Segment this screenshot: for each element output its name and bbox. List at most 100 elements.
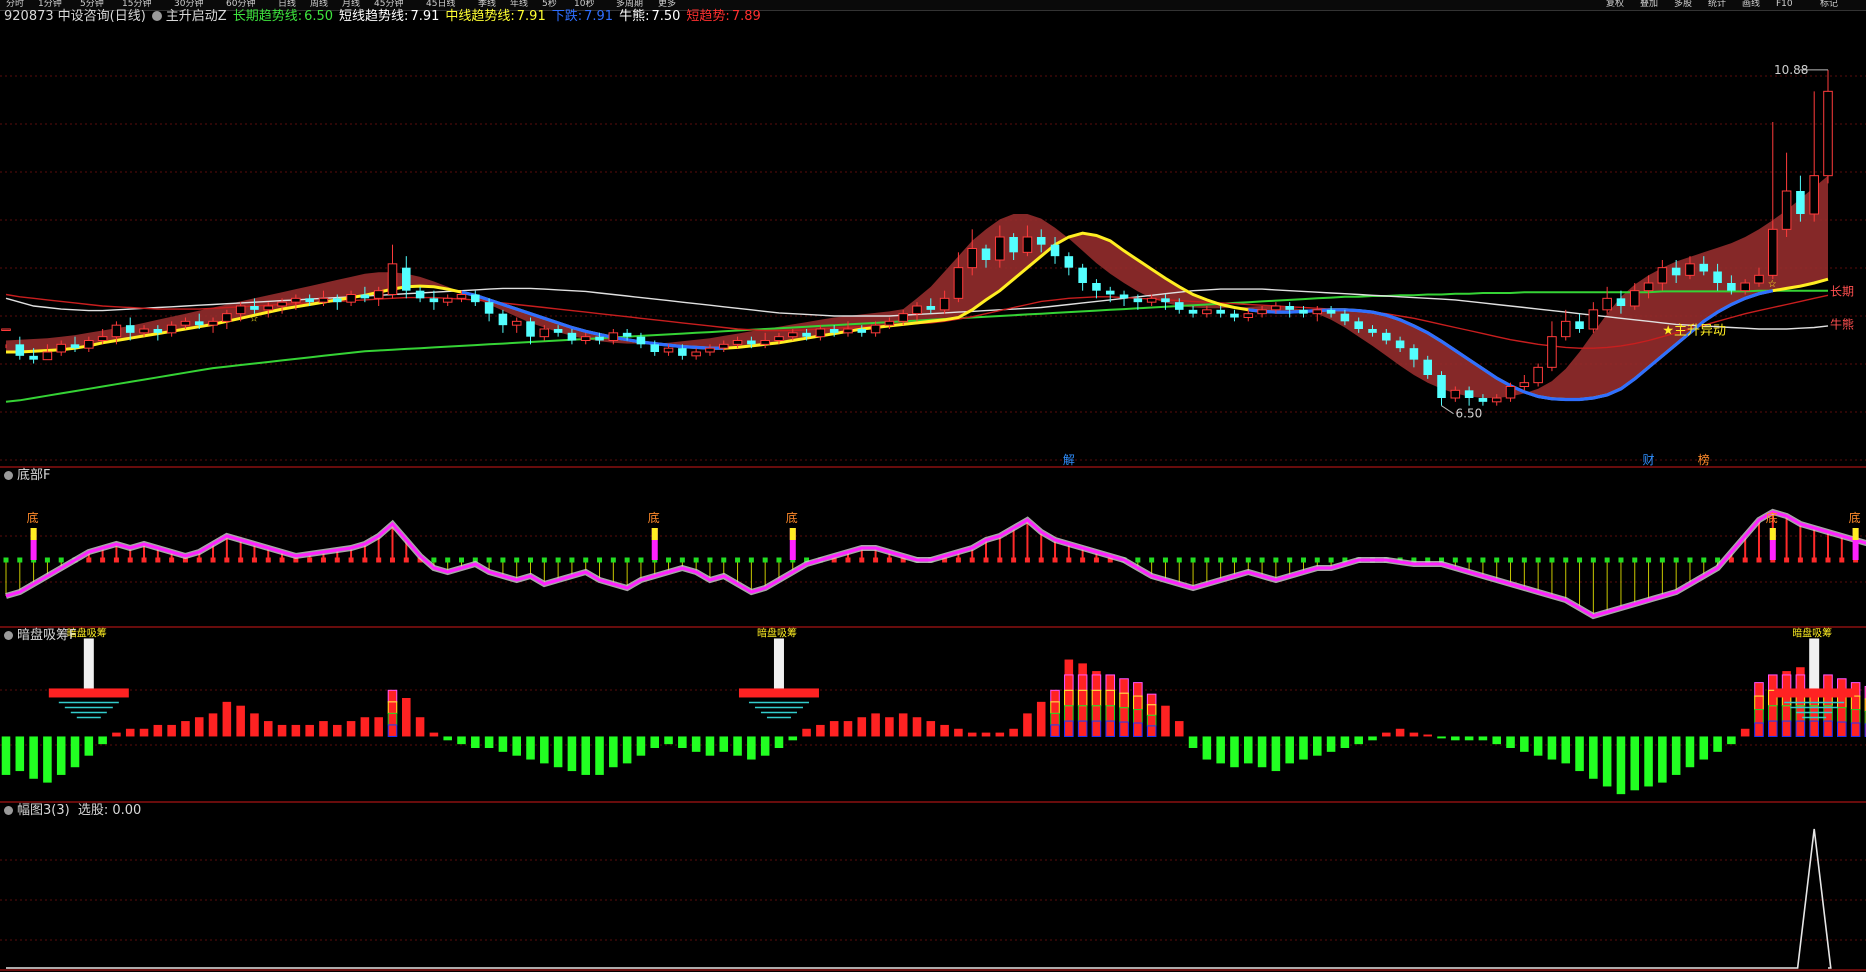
max-price-label: 10.88	[1774, 63, 1808, 77]
flow-bar	[1023, 713, 1032, 737]
bottom-dot	[1797, 557, 1803, 563]
collapse-icon[interactable]	[4, 631, 13, 640]
bottom-dot	[1577, 557, 1583, 563]
signal-bar-top	[1852, 528, 1859, 540]
candle-body	[1629, 290, 1640, 307]
flow-bar	[1382, 732, 1391, 737]
flow-bar	[1230, 736, 1239, 768]
signal-pillar	[1809, 638, 1820, 689]
bottom-dot	[1659, 557, 1665, 563]
flow-bar	[1671, 736, 1681, 775]
flow-bar	[981, 732, 991, 737]
bottom-dot	[113, 557, 119, 563]
bottom-dot	[555, 557, 561, 563]
flow-bar	[678, 736, 687, 748]
chart-canvas: 10.886.50★主升异动解财榜☆☆长期牛熊底底底底底暗盘吸筹 暗盘吸筹 暗盘吸筹	[0, 63, 1866, 971]
panel3-name: 暗盘吸筹F	[17, 628, 77, 643]
candle-body	[332, 298, 342, 303]
candle-body	[747, 340, 756, 345]
candle-body	[29, 355, 38, 360]
flow-bar	[1285, 736, 1294, 764]
bottom-dot	[1521, 557, 1527, 563]
bottom-dot	[969, 557, 975, 563]
panel4-value-label: 选股:	[77, 803, 109, 818]
bottom-dot	[251, 557, 257, 563]
bottom-dot	[1093, 557, 1099, 563]
candle-body	[1326, 309, 1336, 314]
flow-bar	[1368, 736, 1377, 741]
candle-body	[42, 351, 53, 361]
bottom-dot	[1784, 557, 1790, 563]
flow-bar	[1520, 736, 1529, 752]
bottom-dot	[1756, 557, 1762, 563]
flow-bar	[747, 736, 756, 760]
candle-body	[415, 290, 425, 299]
bottom-dot	[348, 557, 354, 563]
bottom-dot	[1328, 557, 1334, 563]
candle-body	[1450, 389, 1461, 399]
bottom-dot	[528, 557, 534, 563]
bottom-dot	[334, 557, 340, 563]
flow-bar	[29, 736, 38, 779]
candle-body	[429, 298, 439, 303]
bottom-dot	[638, 557, 644, 563]
panel2-name: 底部F	[17, 468, 51, 483]
bottom-dot	[1687, 557, 1693, 563]
flow-bar	[1589, 736, 1598, 779]
candle-body	[208, 320, 218, 326]
flow-bar	[1740, 728, 1750, 737]
flow-bar	[402, 698, 411, 737]
candle-body	[1796, 191, 1805, 214]
flow-bar	[1533, 736, 1543, 756]
flow-bar	[912, 717, 922, 737]
bottom-dot	[307, 557, 313, 563]
collapse-icon[interactable]	[4, 471, 13, 480]
flow-bar	[1658, 736, 1667, 783]
bottom-dot	[320, 557, 326, 563]
candle-body	[870, 324, 881, 334]
candle-body	[1312, 309, 1323, 315]
candle-body	[1602, 297, 1612, 311]
bottom-dot	[196, 557, 202, 563]
flow-bar	[1036, 701, 1046, 737]
candle-body	[291, 297, 301, 303]
candle-body	[1588, 309, 1599, 330]
candle-body	[139, 328, 149, 334]
candle-body	[1643, 282, 1654, 292]
bottom-dot	[3, 557, 9, 563]
candle-body	[373, 290, 384, 299]
candle-body	[732, 340, 743, 345]
flow-bar	[484, 736, 494, 748]
candle-body	[705, 347, 715, 353]
bottom-dot	[100, 557, 106, 563]
flow-bar	[1713, 736, 1722, 752]
bottom-dot	[1742, 557, 1748, 563]
candle-body	[56, 343, 66, 353]
bottom-curve	[5, 510, 1866, 618]
annotation-label: ★主升异动	[1662, 324, 1726, 339]
flow-bar	[871, 713, 880, 737]
flow-bar	[1009, 728, 1018, 737]
candle-body	[360, 294, 370, 299]
flow-bar	[650, 736, 660, 748]
bottom-dot	[1701, 557, 1707, 563]
candle-body	[1727, 283, 1736, 291]
signal-label: 底	[1849, 510, 1861, 525]
bottom-dot	[1494, 557, 1500, 563]
flow-bar	[181, 721, 190, 737]
collapse-icon[interactable]	[4, 806, 13, 815]
flow-bar	[1575, 736, 1584, 772]
bottom-dot	[1300, 557, 1306, 563]
bottom-dot	[1066, 557, 1072, 563]
flow-bar	[415, 717, 425, 737]
candle-body	[166, 324, 177, 334]
flow-bar	[319, 721, 328, 737]
bottom-dot	[873, 557, 879, 563]
candle-body	[1575, 321, 1584, 329]
bottom-dot	[1011, 557, 1017, 563]
flow-bar	[691, 736, 701, 752]
bottom-dot	[224, 557, 230, 563]
flow-bar	[346, 721, 356, 737]
flow-bar	[236, 705, 245, 737]
candle-body	[1505, 386, 1516, 399]
